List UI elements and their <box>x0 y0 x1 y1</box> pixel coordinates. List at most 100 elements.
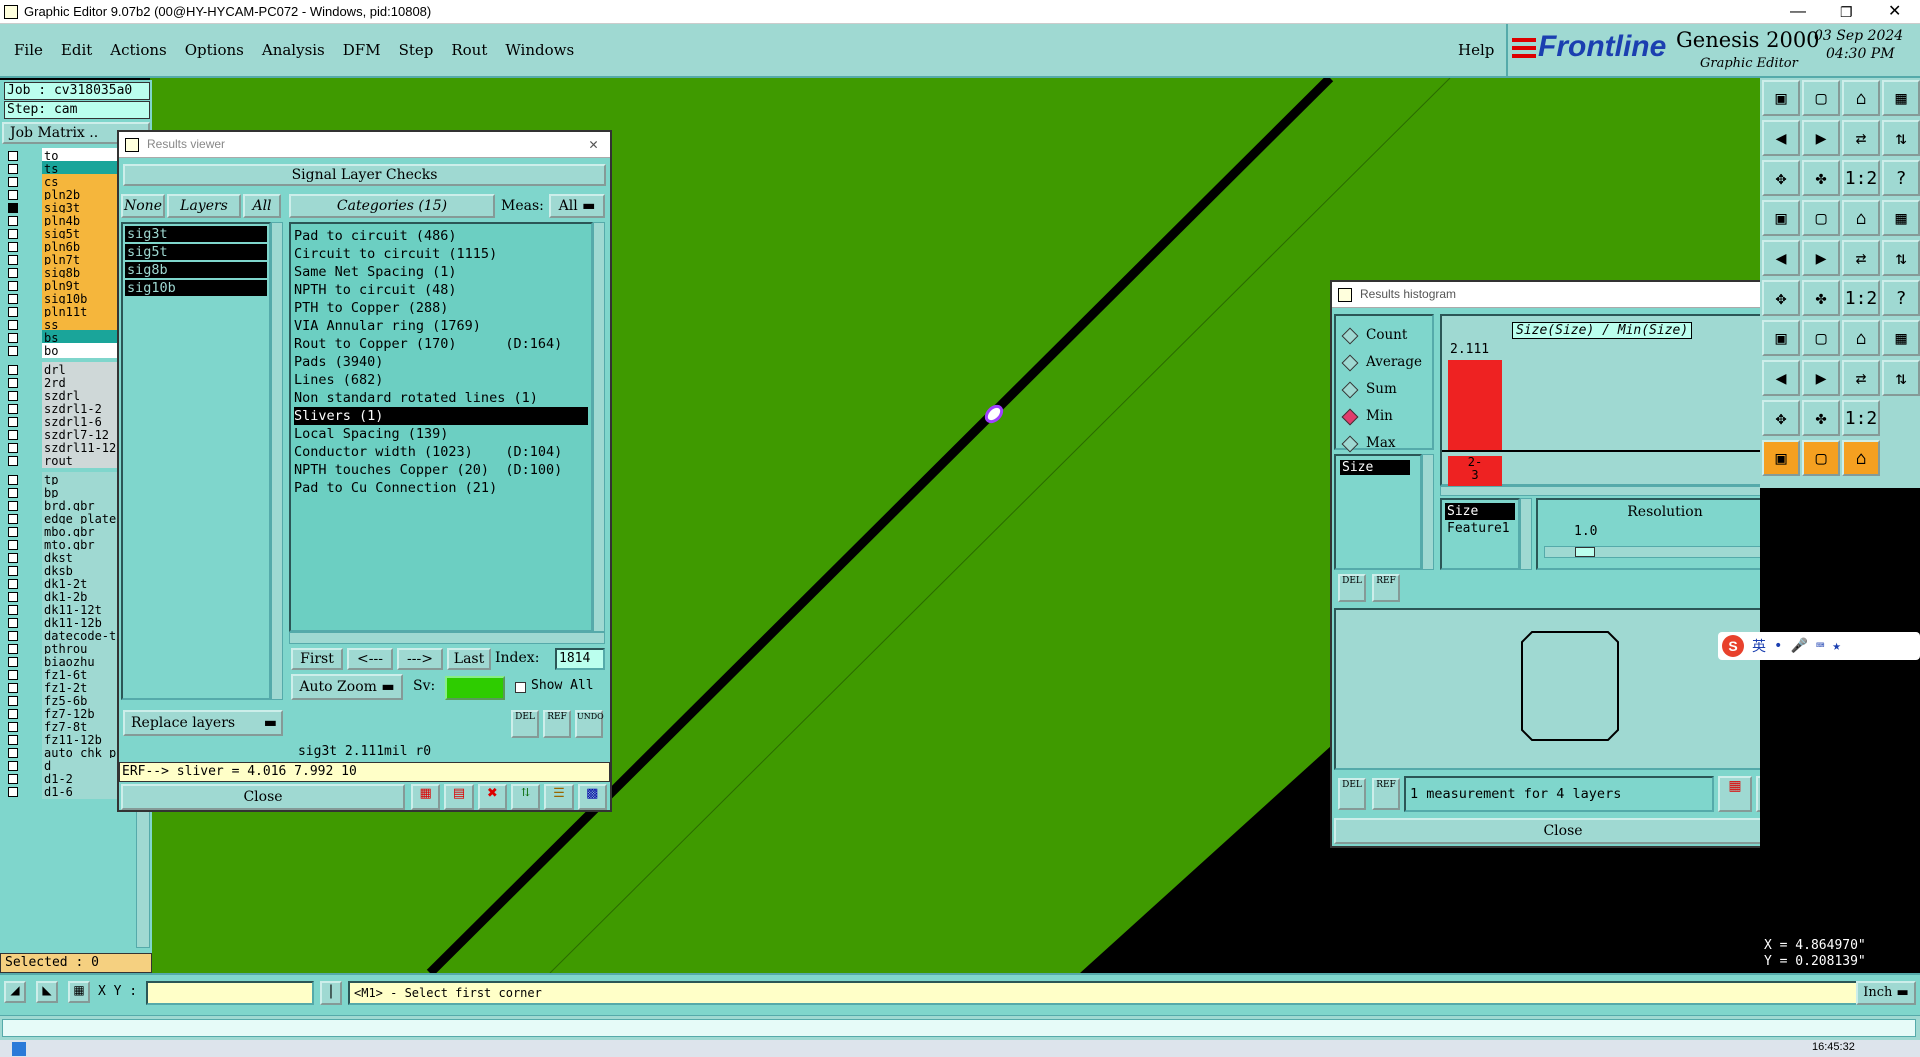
align-icon[interactable]: ⌂ <box>1842 320 1880 356</box>
layer-checkbox[interactable] <box>8 164 18 174</box>
pan-tool-icon[interactable]: ◣ <box>36 981 58 1003</box>
layer-checkbox[interactable] <box>8 281 18 291</box>
signal-layer-checks-header[interactable]: Signal Layer Checks <box>123 164 606 186</box>
layer-checkbox[interactable] <box>8 553 18 563</box>
snapshot-icon[interactable]: ◀ <box>1762 240 1800 276</box>
notes-icon[interactable]: ☰ <box>544 784 574 810</box>
layer-checkbox[interactable] <box>8 761 18 771</box>
layer-checkbox[interactable] <box>8 456 18 466</box>
restore-icon[interactable]: ❐ <box>1840 0 1853 24</box>
menu-windows[interactable]: Windows <box>505 41 574 59</box>
option-count[interactable]: Count <box>1341 322 1424 349</box>
sv-color-dropdown[interactable] <box>445 676 505 700</box>
arc-a-icon[interactable]: ✥ <box>1762 400 1800 436</box>
cursor-icon[interactable]: | <box>320 981 342 1005</box>
undo-button[interactable]: UNDO <box>575 710 604 738</box>
hist-ref-button[interactable]: REF <box>1372 574 1400 602</box>
minimize-icon[interactable]: — <box>1790 0 1806 24</box>
layer-checkbox[interactable] <box>8 404 18 414</box>
ime-logo-icon[interactable]: S <box>1722 635 1744 657</box>
next-button[interactable]: ---> <box>397 648 443 670</box>
zoom-fit-icon[interactable]: ✤ <box>1802 160 1840 196</box>
arc-b-icon[interactable]: ✤ <box>1802 400 1840 436</box>
preview-ref-button[interactable]: REF <box>1372 778 1400 810</box>
category-item[interactable]: PTH to Copper (288) <box>294 299 588 317</box>
layer-checkbox[interactable] <box>8 320 18 330</box>
route-icon[interactable]: ✤ <box>1802 280 1840 316</box>
layers-button[interactable]: Layers <box>167 194 241 218</box>
layer-checkbox[interactable] <box>8 346 18 356</box>
pad-icon[interactable]: ? <box>1882 280 1920 316</box>
layer-checkbox[interactable] <box>8 216 18 226</box>
fit-screen-icon[interactable]: ✥ <box>1762 160 1800 196</box>
zoom-tool-icon[interactable]: ◢ <box>4 981 26 1003</box>
close-window-icon[interactable]: ✕ <box>1888 0 1901 24</box>
layers-all-button[interactable]: All <box>243 194 281 218</box>
layer-checkbox[interactable] <box>8 683 18 693</box>
pointer-icon[interactable]: ▣ <box>1762 440 1800 476</box>
field-list[interactable]: Size Feature1 <box>1440 498 1520 570</box>
radio-icon[interactable] <box>1341 408 1359 425</box>
skin-icon[interactable]: ★ <box>1832 638 1840 654</box>
menu-rout[interactable]: Rout <box>451 41 487 59</box>
option-min[interactable]: Min <box>1341 403 1424 430</box>
result-layers-scrollbar[interactable] <box>271 222 283 700</box>
xy-input[interactable] <box>146 981 314 1005</box>
result-layer-item[interactable]: sig10b <box>125 280 267 296</box>
layer-checkbox[interactable] <box>8 540 18 550</box>
arc-c-icon[interactable]: 1:2 <box>1842 400 1880 436</box>
result-layer-item[interactable]: sig5t <box>125 244 267 260</box>
layer-checkbox[interactable] <box>8 618 18 628</box>
layer-name[interactable]: rout <box>42 453 120 468</box>
show-all-checkbox[interactable] <box>515 682 526 693</box>
category-item[interactable]: Non standard rotated lines (1) <box>294 389 588 407</box>
move-right-icon[interactable]: ▶ <box>1802 120 1840 156</box>
menu-dfm[interactable]: DFM <box>343 41 381 59</box>
layer-checkbox[interactable] <box>8 242 18 252</box>
field-item-size[interactable]: Size <box>1445 503 1515 520</box>
layer-checkbox[interactable] <box>8 592 18 602</box>
categories-list[interactable]: Pad to circuit (486) Circuit to circuit (… <box>289 222 593 632</box>
first-button[interactable]: First <box>291 648 343 670</box>
layer-checkbox[interactable] <box>8 722 18 732</box>
prev-button[interactable]: <--- <box>347 648 393 670</box>
layer-checkbox[interactable] <box>8 190 18 200</box>
category-item[interactable]: Local Spacing (139) <box>294 425 588 443</box>
category-item[interactable]: Conductor width (1023) (D:104) <box>294 443 588 461</box>
keyboard-icon[interactable]: ⌨ <box>1816 638 1824 654</box>
layer-checkbox[interactable] <box>8 735 18 745</box>
layer-name[interactable]: d1-6 <box>42 784 120 799</box>
copy-up-icon[interactable]: ▣ <box>1762 80 1800 116</box>
category-item[interactable]: Pad to Cu Connection (21) <box>294 479 588 497</box>
paint-icon[interactable]: ▶ <box>1802 240 1840 276</box>
layer-checkbox[interactable] <box>8 605 18 615</box>
microphone-icon[interactable]: 🎤 <box>1790 638 1807 654</box>
layer-checkbox[interactable] <box>8 255 18 265</box>
grid-tool-icon[interactable]: ▦ <box>68 981 90 1003</box>
layer-checkbox[interactable] <box>8 151 18 161</box>
histogram-bar[interactable] <box>1448 360 1502 450</box>
mirror-icon[interactable]: ⇄ <box>1842 120 1880 156</box>
preview-del-button[interactable]: DEL <box>1338 778 1366 810</box>
sort-icon[interactable]: ⇅ <box>510 784 541 810</box>
layer-checkbox[interactable] <box>8 670 18 680</box>
layer-checkbox[interactable] <box>8 294 18 304</box>
del-button[interactable]: DEL <box>511 710 539 738</box>
result-layer-item[interactable]: sig3t <box>125 226 267 242</box>
category-item[interactable]: NPTH touches Copper (20) (D:100) <box>294 461 588 479</box>
line-icon[interactable]: ◀ <box>1762 360 1800 396</box>
report-icon[interactable]: ▦ <box>411 784 441 810</box>
menu-edit[interactable]: Edit <box>61 41 92 59</box>
layer-checkbox[interactable] <box>8 709 18 719</box>
slider-thumb[interactable] <box>1575 547 1595 557</box>
delete-marks-icon[interactable]: ✖ <box>477 784 507 810</box>
rotate-icon[interactable]: ▢ <box>1802 320 1840 356</box>
field-item-feature[interactable]: Feature1 <box>1445 520 1515 537</box>
layer-name[interactable]: bo <box>42 343 120 358</box>
measure-icon[interactable]: ▣ <box>1762 200 1800 236</box>
layer-row[interactable]: bo <box>2 343 132 359</box>
ref-button[interactable]: REF <box>543 710 571 738</box>
layout-icon[interactable]: ▦ <box>1882 80 1920 116</box>
layer-checkbox[interactable] <box>8 644 18 654</box>
layer-checkbox[interactable] <box>8 177 18 187</box>
